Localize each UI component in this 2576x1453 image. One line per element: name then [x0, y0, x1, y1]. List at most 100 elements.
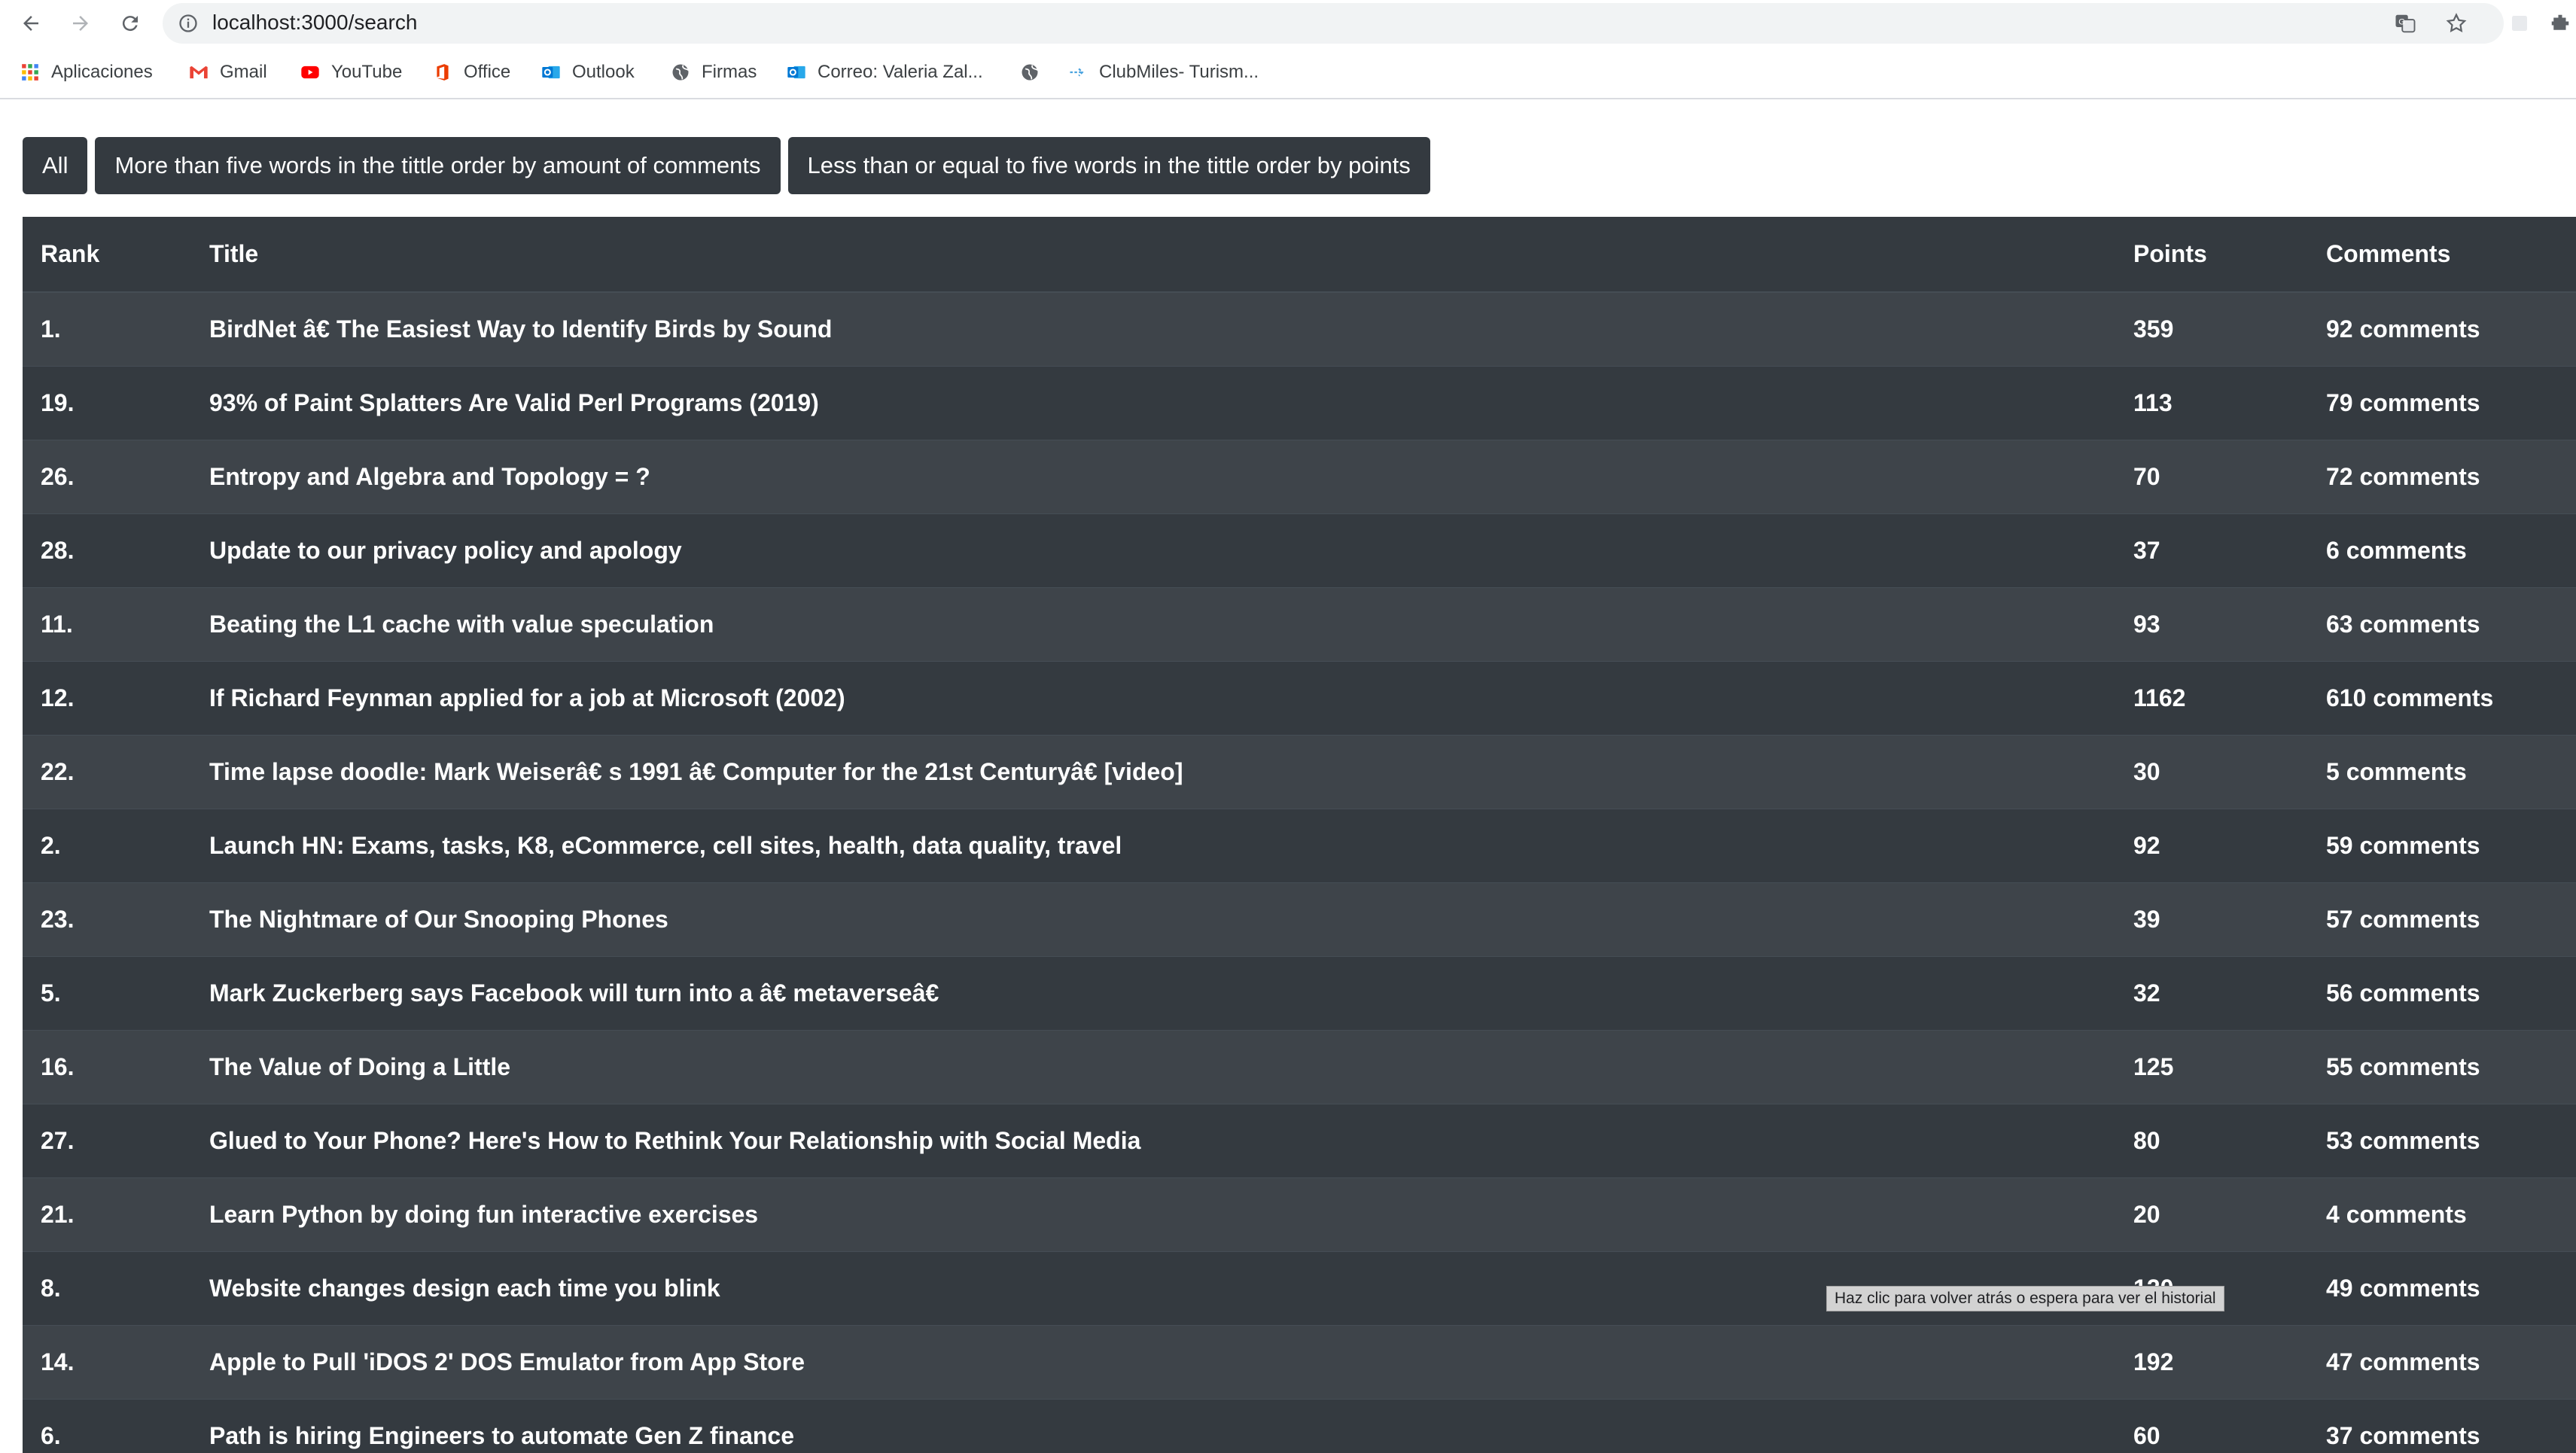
apps-grid-icon [20, 62, 41, 83]
row-comments: 6 comments [2326, 536, 2467, 564]
puzzle-icon[interactable] [2543, 6, 2576, 41]
row-comments: 57 comments [2326, 905, 2480, 933]
row-comments: 53 comments [2326, 1126, 2480, 1154]
row-points: 113 [2133, 388, 2173, 416]
results-table: Rank Title Points Comments 1. BirdNet â€… [23, 217, 2576, 1453]
translate-icon[interactable]: G [2392, 11, 2418, 36]
header-rank: Rank [41, 240, 100, 267]
table-row: 27. Glued to Your Phone? Here's How to R… [23, 1104, 2576, 1177]
row-comments: 72 comments [2326, 462, 2480, 490]
table-row: 28. Update to our privacy policy and apo… [23, 513, 2576, 587]
row-points: 1162 [2133, 684, 2186, 711]
table-row: 16. The Value of Doing a Little 125 55 c… [23, 1030, 2576, 1104]
bookmark-correo[interactable]: Correo: Valeria Zal... [786, 57, 983, 87]
reload-icon [122, 16, 138, 32]
row-title: Learn Python by doing fun interactive ex… [209, 1200, 759, 1228]
row-rank: 14. [41, 1348, 75, 1375]
filter-less-or-equal-five-words-button[interactable]: Less than or equal to five words in the … [787, 137, 1430, 194]
row-points: 125 [2133, 1052, 2174, 1080]
gmail-icon [188, 62, 209, 83]
row-points: 20 [2133, 1200, 2160, 1228]
bookmark-outlook[interactable]: Outlook [540, 57, 635, 87]
info-icon[interactable] [178, 13, 199, 34]
table-row: 14. Apple to Pull 'iDOS 2' DOS Emulator … [23, 1325, 2576, 1399]
row-rank: 12. [41, 684, 75, 711]
extension-icon[interactable] [2502, 6, 2537, 41]
row-points: 70 [2133, 462, 2160, 490]
filter-more-than-five-words-button[interactable]: More than five words in the tittle order… [95, 137, 781, 194]
row-rank: 23. [41, 905, 75, 933]
table-row: 2. Launch HN: Exams, tasks, K8, eCommerc… [23, 809, 2576, 882]
row-title: Mark Zuckerberg says Facebook will turn … [209, 979, 939, 1007]
bookmark-label: Outlook [572, 62, 635, 82]
row-title: BirdNet â€ The Easiest Way to Identify B… [209, 315, 833, 343]
bookmark-globe[interactable] [1019, 57, 1051, 87]
url-text[interactable]: localhost:3000/search [212, 11, 417, 35]
table-header-row: Rank Title Points Comments [23, 217, 2576, 292]
filter-button-group: All More than five words in the tittle o… [23, 137, 1430, 194]
filter-all-button[interactable]: All [23, 137, 88, 194]
bookmark-youtube[interactable]: YouTube [300, 57, 402, 87]
forward-button[interactable] [63, 6, 98, 41]
row-title: The Value of Doing a Little [209, 1052, 511, 1080]
bookmark-office[interactable]: Office [432, 57, 510, 87]
table-row: 11. Beating the L1 cache with value spec… [23, 587, 2576, 661]
header-points: Points [2133, 240, 2207, 267]
row-comments: 49 comments [2326, 1274, 2480, 1302]
row-points: 32 [2133, 979, 2160, 1007]
row-rank: 16. [41, 1052, 75, 1080]
row-points: 30 [2133, 757, 2160, 785]
table-row: 23. The Nightmare of Our Snooping Phones… [23, 882, 2576, 956]
bookmark-clubmiles[interactable]: ClubMiles- Turism... [1067, 57, 1259, 87]
row-rank: 5. [41, 979, 61, 1007]
row-title: Update to our privacy policy and apology [209, 536, 682, 564]
row-rank: 8. [41, 1274, 61, 1302]
row-rank: 22. [41, 757, 75, 785]
office-icon [432, 62, 453, 83]
row-points: 39 [2133, 905, 2160, 933]
row-comments: 59 comments [2326, 831, 2480, 859]
row-rank: 19. [41, 388, 75, 416]
row-comments: 47 comments [2326, 1348, 2480, 1375]
table-row: 22. Time lapse doodle: Mark Weiserâ€ s 1… [23, 735, 2576, 809]
bookmark-label: Office [464, 62, 511, 82]
row-rank: 11. [41, 610, 73, 638]
row-rank: 26. [41, 462, 75, 490]
bookmark-gmail[interactable]: Gmail [188, 57, 267, 87]
bookmark-label: Gmail [220, 62, 267, 82]
bookmark-label: YouTube [331, 62, 403, 82]
bookmark-aplicaciones[interactable]: Aplicaciones [20, 57, 153, 87]
row-comments: 5 comments [2326, 757, 2467, 785]
bookmark-star-icon[interactable] [2444, 11, 2469, 36]
row-title: The Nightmare of Our Snooping Phones [209, 905, 668, 933]
row-rank: 28. [41, 536, 75, 564]
row-points: 92 [2133, 831, 2160, 859]
row-comments: 610 comments [2326, 684, 2494, 711]
arrow-left-icon [23, 16, 38, 31]
back-button[interactable] [14, 6, 48, 41]
bookmark-label: Correo: Valeria Zal... [818, 62, 983, 82]
row-comments: 37 comments [2326, 1421, 2480, 1449]
row-rank: 27. [41, 1126, 75, 1154]
address-bar[interactable]: localhost:3000/search G [163, 3, 2504, 44]
header-title: Title [209, 240, 259, 267]
bookmark-firmas[interactable]: Firmas [670, 57, 757, 87]
row-points: 93 [2133, 610, 2160, 638]
globe-icon [670, 62, 691, 83]
row-title: Launch HN: Exams, tasks, K8, eCommerce, … [209, 831, 1122, 859]
row-points: 37 [2133, 536, 2160, 564]
row-title: Time lapse doodle: Mark Weiserâ€ s 1991 … [209, 757, 1183, 785]
bookmark-label: Firmas [702, 62, 757, 82]
bookmarks-bar: Aplicaciones Gmail YouTube Office Outloo… [0, 47, 2576, 99]
reload-button[interactable] [113, 6, 148, 41]
link-icon [1067, 62, 1089, 83]
row-title: Apple to Pull 'iDOS 2' DOS Emulator from… [209, 1348, 805, 1375]
row-title: 93% of Paint Splatters Are Valid Perl Pr… [209, 388, 819, 416]
results-table-container: Rank Title Points Comments 1. BirdNet â€… [23, 217, 2576, 1453]
table-row: 21. Learn Python by doing fun interactiv… [23, 1177, 2576, 1251]
arrow-right-icon [73, 16, 88, 31]
bookmark-label: ClubMiles- Turism... [1099, 62, 1259, 82]
row-title: If Richard Feynman applied for a job at … [209, 684, 845, 711]
header-comments: Comments [2326, 240, 2451, 267]
browser-toolbar: localhost:3000/search G [0, 0, 2576, 47]
